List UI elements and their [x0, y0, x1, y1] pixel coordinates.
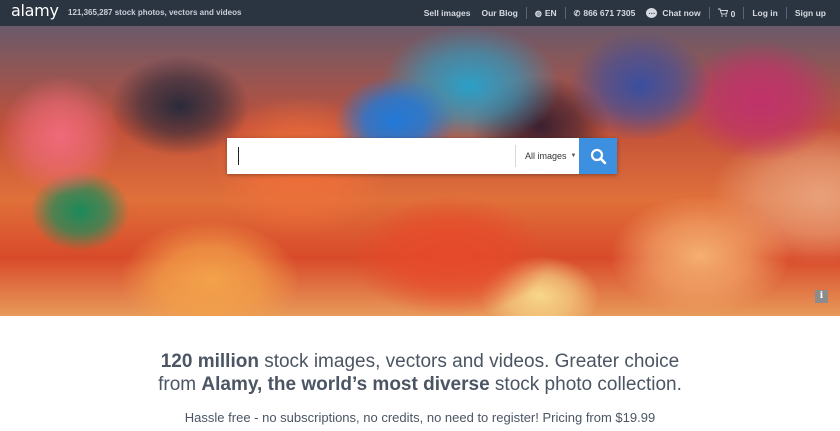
headline-bold-1: 120 million — [160, 351, 259, 372]
signup-link[interactable]: Sign up — [795, 8, 826, 18]
cart-count: 0 — [730, 8, 736, 19]
search-input[interactable] — [227, 138, 515, 174]
nav-divider — [525, 7, 527, 19]
tagline-text: stock photos, vectors and videos — [114, 8, 242, 17]
phone-number: 866 671 7305 — [583, 8, 636, 18]
search-button[interactable] — [579, 138, 617, 174]
nav-divider — [564, 7, 566, 19]
nav-divider — [785, 7, 787, 19]
image-count: 121,365,287 — [68, 8, 113, 17]
pricing-subline: Hassle free - no subscriptions, no credi… — [184, 410, 656, 425]
chat-now-link[interactable]: … Chat now — [646, 7, 701, 19]
chat-bubble-icon: … — [646, 8, 658, 19]
image-type-dropdown[interactable]: All images ▼ — [515, 145, 576, 167]
language-label: EN — [544, 8, 557, 18]
phone-icon: ✆ — [573, 9, 581, 18]
chevron-down-icon: ▼ — [570, 153, 577, 159]
headline-text-1: stock images, vectors and videos. Greate… — [258, 351, 680, 372]
login-link[interactable]: Log in — [752, 8, 778, 18]
alamy-logo[interactable]: alamy — [11, 1, 59, 20]
tagline: 121,365,287 stock photos, vectors and vi… — [68, 8, 241, 17]
our-blog-link[interactable]: Our Blog — [481, 8, 517, 18]
headline-bold-2: Alamy, the world’s most diverse — [201, 374, 490, 395]
nav-divider — [743, 7, 745, 19]
search-icon — [590, 148, 606, 164]
search-bar: All images ▼ — [227, 138, 617, 174]
hero-banner: All images ▼ i — [0, 26, 840, 316]
headline-text-2: from — [158, 374, 202, 395]
headline-line-2: from Alamy, the world’s most diverse sto… — [0, 373, 840, 396]
cart-icon — [717, 8, 728, 19]
top-nav: Sell images Our Blog ◍ EN ✆ 866 671 7305 …… — [424, 0, 826, 26]
language-selector[interactable]: ◍ EN — [535, 8, 557, 18]
top-bar: alamy 121,365,287 stock photos, vectors … — [0, 0, 840, 26]
headline: 120 million stock images, vectors and vi… — [0, 350, 840, 396]
headline-text-3: stock photo collection. — [489, 374, 682, 395]
globe-icon: ◍ — [534, 9, 542, 18]
headline-line-1: 120 million stock images, vectors and vi… — [0, 350, 840, 373]
chat-label: Chat now — [662, 7, 701, 18]
phone-link[interactable]: ✆ 866 671 7305 — [574, 8, 636, 18]
image-type-label: All images — [525, 151, 567, 161]
info-icon[interactable]: i — [815, 290, 828, 303]
nav-divider — [708, 7, 710, 19]
cart-link[interactable]: 0 — [717, 8, 736, 19]
text-cursor — [238, 147, 239, 165]
sell-images-link[interactable]: Sell images — [424, 8, 471, 18]
